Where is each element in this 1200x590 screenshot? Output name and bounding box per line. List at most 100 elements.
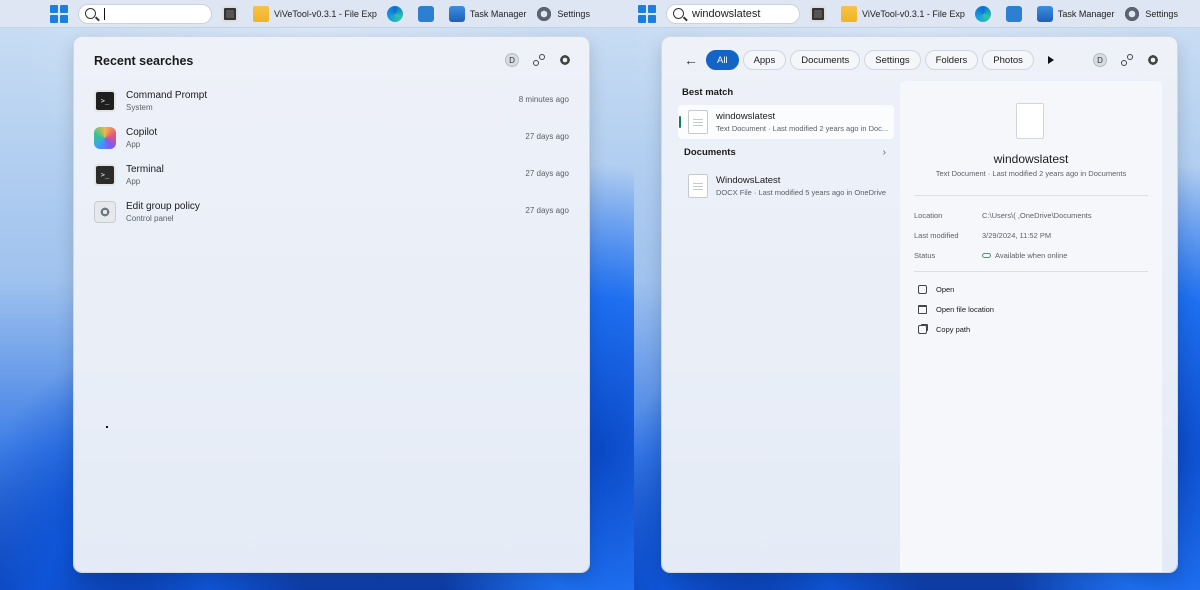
status-row: Status Available when online <box>914 251 1152 260</box>
back-arrow-icon[interactable]: ← <box>684 53 700 67</box>
taskbar-app-label: Settings <box>1145 8 1178 19</box>
list-item[interactable]: Copilot App 27 days ago <box>94 119 569 156</box>
text-caret <box>104 7 105 20</box>
taskbar-app-label: ViVeTool-v0.3.1 - File Exp <box>862 8 965 19</box>
taskbar-app-widgets[interactable] <box>810 5 831 22</box>
best-match-result[interactable]: windowslatest Text Document · Last modif… <box>678 105 894 139</box>
search-flyout: Recent searches D >_ Command Prompt Syst… <box>74 37 589 572</box>
taskbar-search-box[interactable] <box>78 3 212 24</box>
list-item[interactable]: Edit group policy Control panel 27 days … <box>94 193 569 230</box>
folder-icon <box>841 5 857 22</box>
share-icon[interactable] <box>533 54 545 66</box>
edge-icon <box>974 5 991 22</box>
status-value-wrap: Available when online <box>982 251 1067 260</box>
settings-gear-icon <box>536 5 553 22</box>
docx-document-icon <box>688 174 708 198</box>
recent-searches-title: Recent searches <box>94 54 194 68</box>
edge-icon <box>386 5 403 22</box>
windows-start-icon[interactable] <box>638 4 656 23</box>
tab-documents[interactable]: Documents <box>790 50 861 70</box>
taskbar-app-file-explorer[interactable]: ViVeTool-v0.3.1 - File Exp <box>253 5 377 22</box>
more-filters-arrow-icon[interactable] <box>1047 56 1054 64</box>
tab-apps[interactable]: Apps <box>742 50 787 70</box>
open-action[interactable]: Open <box>918 285 954 294</box>
taskbar-app-settings[interactable]: Settings <box>1124 5 1178 22</box>
tab-photos[interactable]: Photos <box>982 50 1034 70</box>
cloud-icon <box>982 253 991 258</box>
taskbar-app-file-explorer[interactable]: ViVeTool-v0.3.1 - File Exp <box>841 5 965 22</box>
list-item[interactable]: >_ Command Prompt System 8 minutes ago <box>94 82 569 119</box>
taskbar-app-edge[interactable] <box>386 5 408 22</box>
divider <box>914 195 1148 196</box>
taskbar-app-store[interactable] <box>1005 5 1027 22</box>
taskbar-app-edge[interactable] <box>974 5 996 22</box>
open-file-location-action[interactable]: Open file location <box>918 305 994 314</box>
chevron-right-icon[interactable]: › <box>883 147 886 158</box>
open-external-icon <box>918 285 927 294</box>
best-match-label: Best match <box>682 87 734 98</box>
tab-folders[interactable]: Folders <box>924 50 979 70</box>
item-name: Copilot <box>126 126 158 138</box>
settings-gear-icon <box>1124 5 1141 22</box>
taskbar-app-task-manager[interactable]: Task Manager <box>448 5 527 22</box>
settings-icon[interactable] <box>1147 54 1159 66</box>
taskbar-app-task-manager[interactable]: Task Manager <box>1036 5 1115 22</box>
status-label: Status <box>914 251 936 260</box>
tab-settings[interactable]: Settings <box>864 50 921 70</box>
action-label: Copy path <box>936 325 971 334</box>
documents-label: Documents <box>684 147 736 158</box>
location-value: C:\Users\( ,OneDrive\Documents <box>982 211 1092 220</box>
list-item[interactable]: >_ Terminal App 27 days ago <box>94 156 569 193</box>
widgets-icon <box>222 5 238 22</box>
location-label: Location <box>914 211 943 220</box>
taskbar-app-store[interactable] <box>417 5 439 22</box>
modified-label: Last modified <box>914 231 959 240</box>
action-label: Open <box>936 285 955 294</box>
modified-row: Last modified 3/29/2024, 11:52 PM <box>914 231 1152 240</box>
preview-title: windowslatest <box>993 152 1069 166</box>
task-manager-icon <box>1036 5 1053 22</box>
avatar[interactable]: D <box>1093 53 1107 67</box>
flyout-header-icons: D <box>1093 53 1159 67</box>
share-icon[interactable] <box>1121 54 1133 66</box>
filter-tabs: All Apps Documents Settings Folders Phot… <box>706 50 1054 70</box>
copilot-icon <box>94 126 116 149</box>
item-time: 27 days ago <box>525 206 569 215</box>
settings-icon[interactable] <box>559 54 571 66</box>
taskbar-app-widgets[interactable] <box>222 5 243 22</box>
windows-start-icon[interactable] <box>50 4 68 23</box>
item-type: App <box>126 139 141 149</box>
search-flyout: ← All Apps Documents Settings Folders Ph… <box>662 37 1177 572</box>
taskbar: windowslatest ViVeTool-v0.3.1 - File Exp… <box>634 0 1200 28</box>
group-policy-icon <box>94 200 116 223</box>
list-item[interactable]: WindowsLatest DOCX File · Last modified … <box>678 169 894 203</box>
recent-searches-list: >_ Command Prompt System 8 minutes ago C… <box>94 82 569 230</box>
selection-indicator <box>679 116 681 128</box>
store-icon <box>417 5 434 22</box>
left-screenshot: ViVeTool-v0.3.1 - File Exp Task Manager … <box>0 0 634 590</box>
result-sub: Text Document · Last modified 2 years ag… <box>716 124 889 133</box>
text-document-icon <box>688 110 708 134</box>
preview-pane: windowslatest Text Document · Last modif… <box>900 81 1162 572</box>
taskbar-app-settings[interactable]: Settings <box>536 5 590 22</box>
store-icon <box>1005 5 1022 22</box>
taskbar: ViVeTool-v0.3.1 - File Exp Task Manager … <box>0 0 634 28</box>
document-preview-icon <box>1016 103 1044 139</box>
item-time: 27 days ago <box>525 132 569 141</box>
avatar[interactable]: D <box>505 53 519 67</box>
copy-path-action[interactable]: Copy path <box>918 325 970 334</box>
command-prompt-icon: >_ <box>94 89 116 112</box>
result-name: windowslatest <box>716 111 776 122</box>
taskbar-app-label: Task Manager <box>469 8 527 19</box>
preview-subtitle: Text Document · Last modified 2 years ag… <box>935 169 1127 178</box>
modified-value: 3/29/2024, 11:52 PM <box>982 231 1052 240</box>
taskbar-search-box[interactable]: windowslatest <box>666 3 800 24</box>
action-label: Open file location <box>936 305 994 314</box>
item-type: Control panel <box>126 213 174 223</box>
tab-all[interactable]: All <box>706 50 739 70</box>
item-name: Terminal <box>126 163 164 175</box>
status-value: Available when online <box>995 251 1068 260</box>
search-value: windowslatest <box>692 7 761 20</box>
taskbar-app-label: Task Manager <box>1057 8 1115 19</box>
copy-icon <box>918 325 927 334</box>
